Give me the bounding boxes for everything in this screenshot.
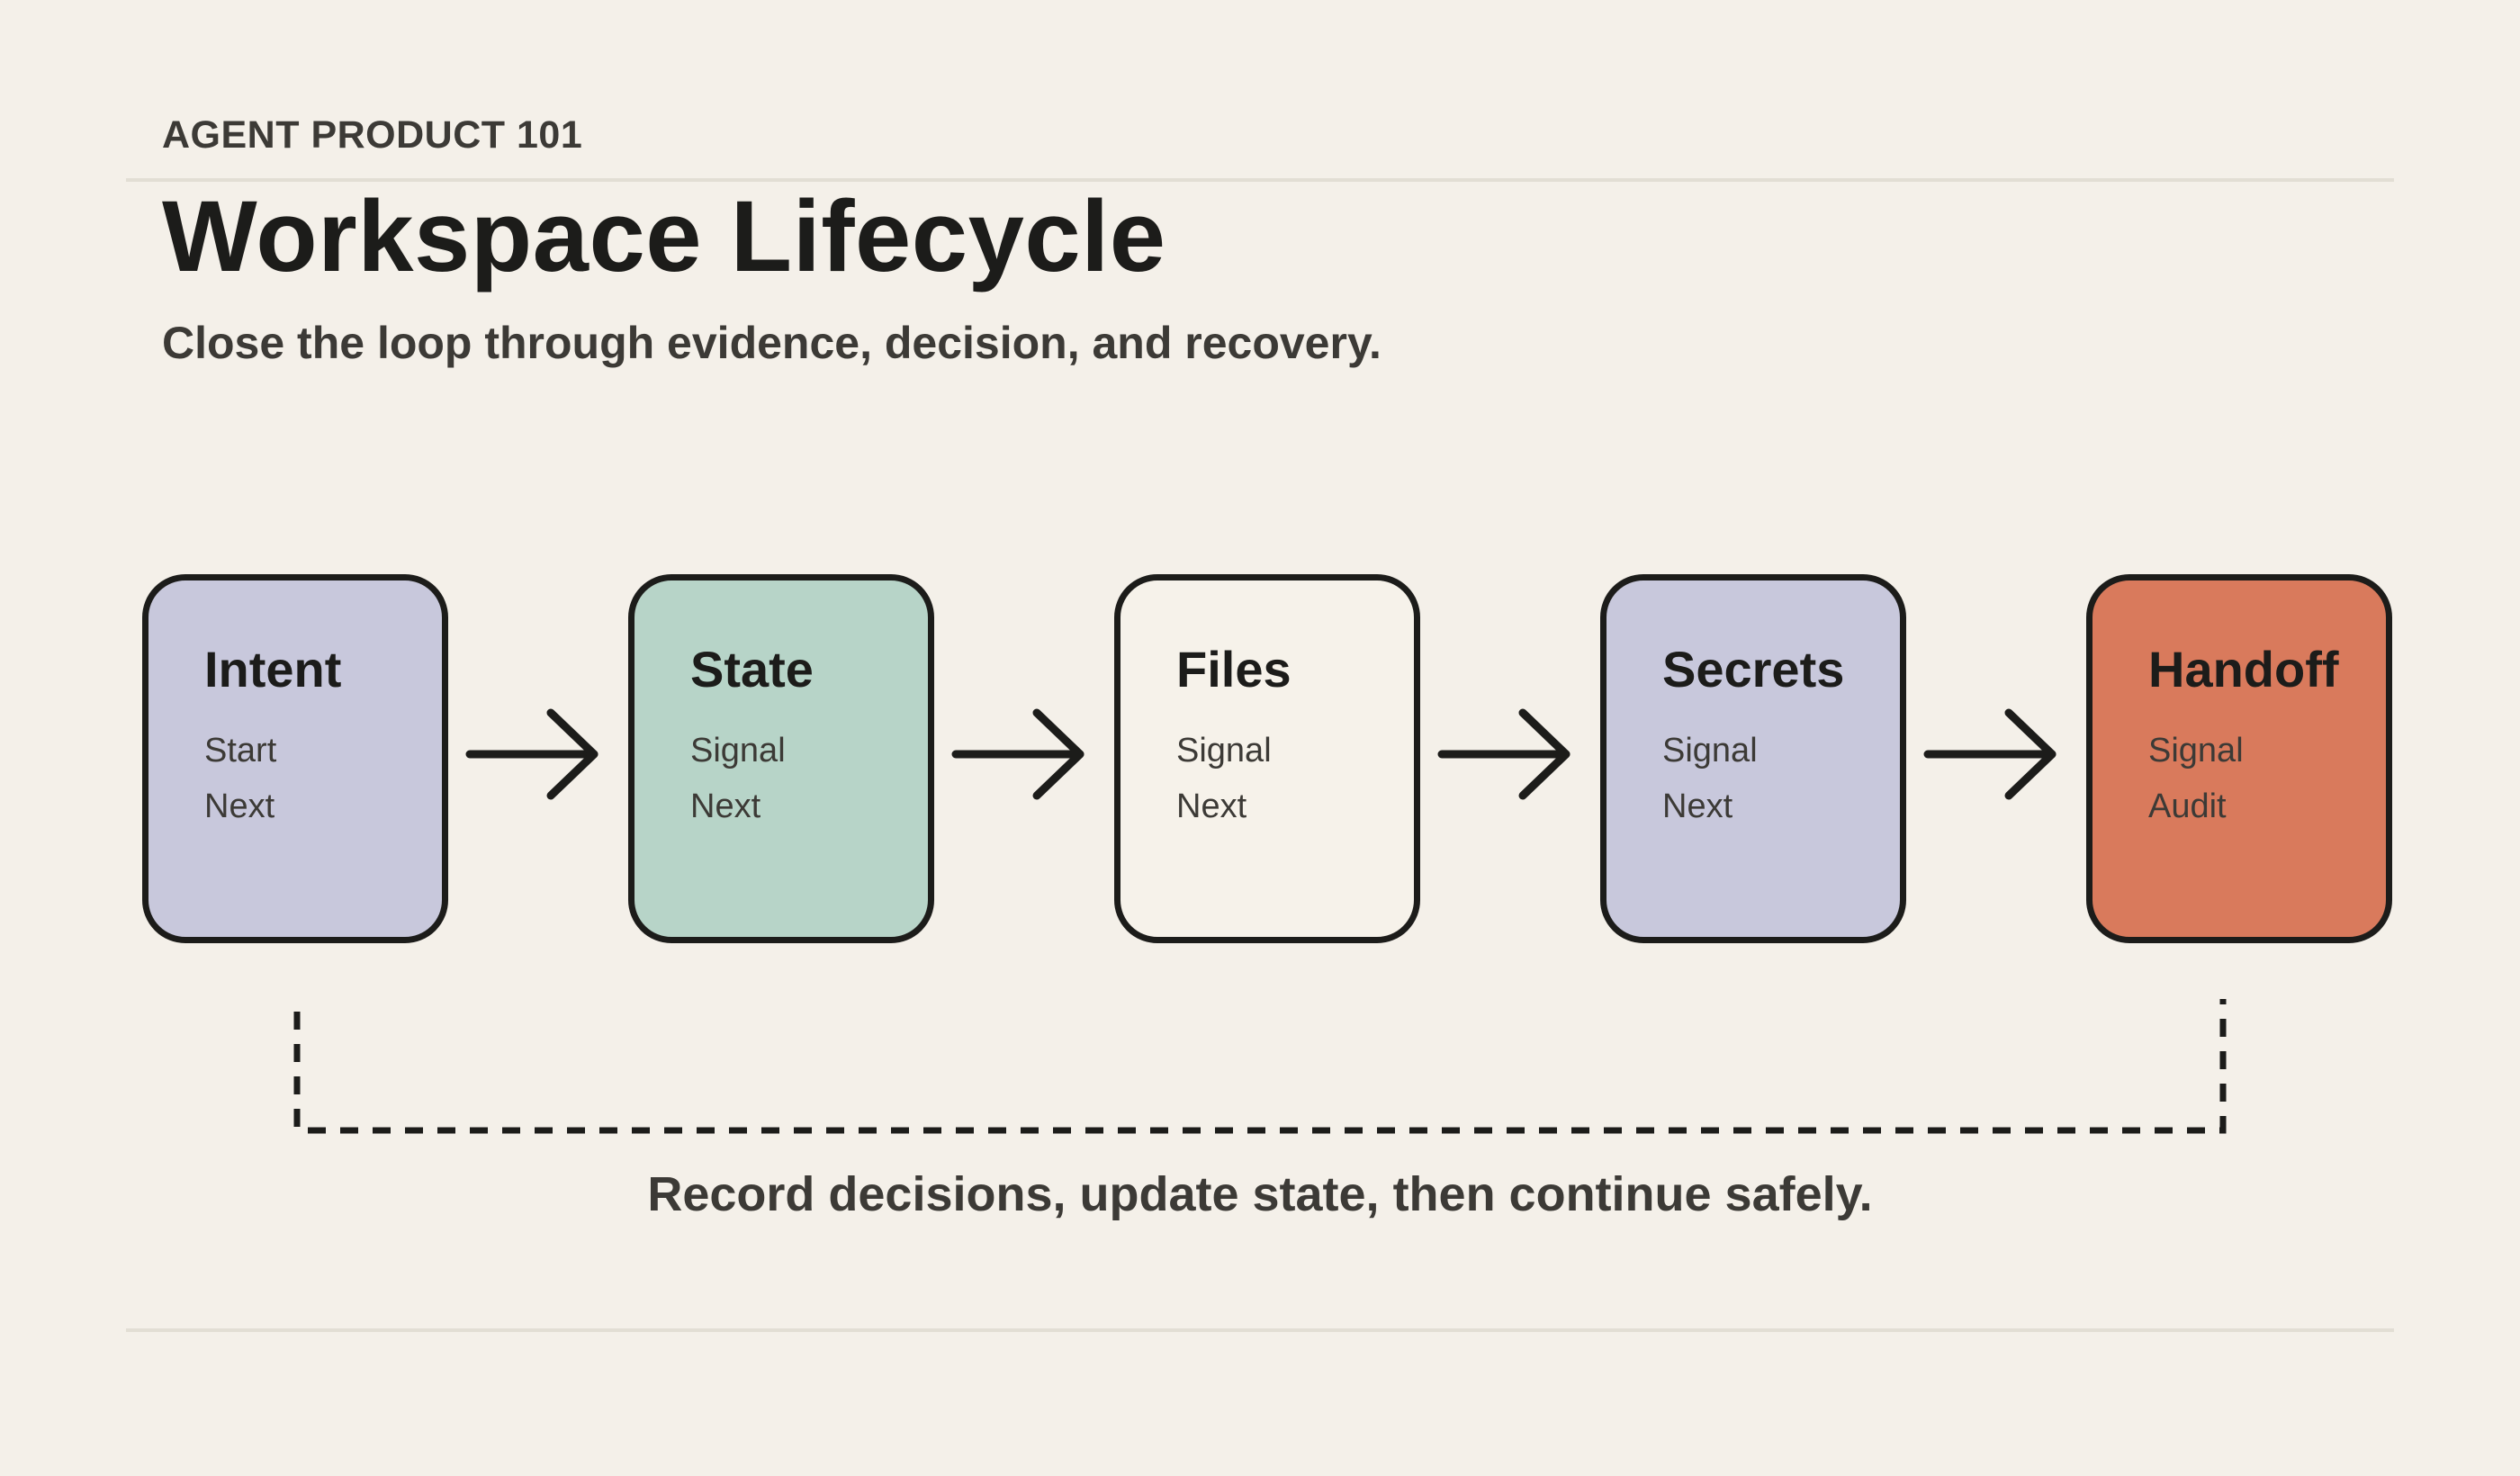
- node-files: Files Signal Next: [1114, 574, 1420, 943]
- node-title: Handoff: [2148, 641, 2339, 698]
- node-line: Next: [690, 788, 761, 825]
- node-title: Secrets: [1662, 641, 1845, 698]
- node-secrets: Secrets Signal Next: [1600, 574, 1906, 943]
- node-line: Signal: [2148, 732, 2244, 770]
- arrow-state-to-files: [951, 708, 1084, 800]
- node-line: Audit: [2148, 788, 2227, 825]
- node-title: Files: [1176, 641, 1292, 698]
- node-intent: Intent Start Next: [142, 574, 448, 943]
- page-title: Workspace Lifecycle: [162, 180, 1166, 292]
- node-line: Signal: [1176, 732, 1272, 770]
- diagram-canvas: AGENT PRODUCT 101 Workspace Lifecycle Cl…: [0, 0, 2520, 1476]
- arrow-secrets-to-handoff: [1923, 708, 2056, 800]
- node-line: Next: [1176, 788, 1247, 825]
- arrow-intent-to-state: [465, 708, 598, 800]
- node-line: Start: [204, 732, 277, 770]
- bottom-divider: [126, 1328, 2394, 1332]
- feedback-loop-line: [293, 999, 2227, 1134]
- eyebrow-label: AGENT PRODUCT 101: [162, 113, 583, 157]
- page-subtitle: Close the loop through evidence, decisio…: [162, 318, 1382, 368]
- node-line: Signal: [690, 732, 786, 770]
- loop-caption: Record decisions, update state, then con…: [647, 1167, 1873, 1221]
- node-line: Next: [1662, 788, 1733, 825]
- node-line: Signal: [1662, 732, 1758, 770]
- node-handoff: Handoff Signal Audit: [2086, 574, 2392, 943]
- node-line: Next: [204, 788, 275, 825]
- arrow-files-to-secrets: [1437, 708, 1570, 800]
- node-title: Intent: [204, 641, 342, 698]
- node-state: State Signal Next: [628, 574, 934, 943]
- node-title: State: [690, 641, 814, 698]
